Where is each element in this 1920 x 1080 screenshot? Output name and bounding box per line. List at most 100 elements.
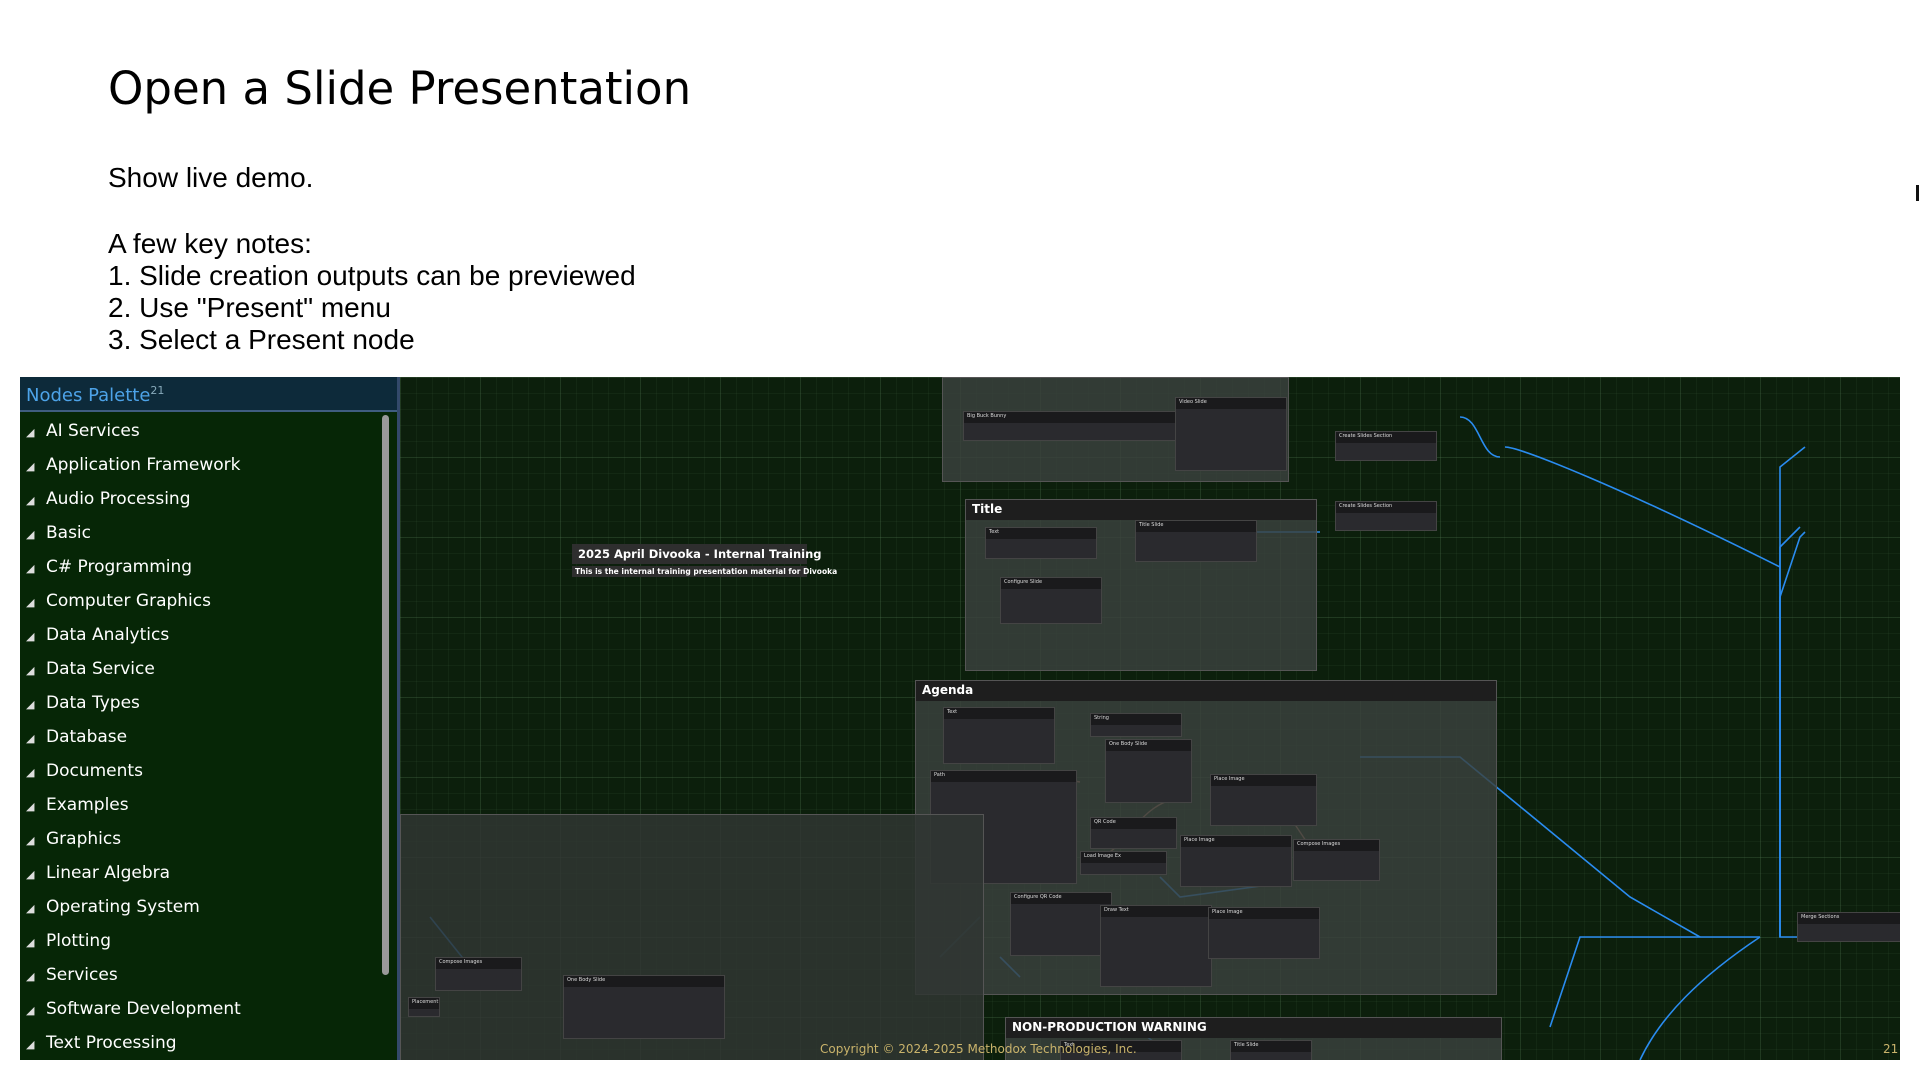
title-slide-node[interactable]: Title Slide — [1135, 520, 1257, 562]
wire — [1504, 446, 1781, 568]
expand-triangle-icon: ◢ — [26, 766, 35, 779]
node-title: QR Code — [1091, 818, 1176, 829]
palette-category-label: Documents — [46, 761, 143, 781]
palette-category-label: Graphics — [46, 829, 122, 849]
place-image-node-2[interactable]: Place Image — [1180, 835, 1292, 887]
place-image-node-3[interactable]: Place Image — [1208, 907, 1320, 959]
wire — [1779, 446, 1806, 938]
url-node[interactable]: Big Buck Bunny — [963, 411, 1195, 441]
palette-category-label: Software Development — [46, 999, 241, 1019]
palette-category-label: Data Types — [46, 693, 140, 713]
palette-category[interactable]: ◢ Audio Processing — [26, 489, 191, 519]
create-section-node[interactable]: Create Slides Section — [1335, 431, 1437, 461]
palette-category-label: Plotting — [46, 931, 111, 951]
qr-code-node[interactable]: QR Code — [1090, 817, 1177, 849]
merge-sections-node[interactable]: Merge Sections — [1797, 912, 1900, 942]
expand-triangle-icon: ◢ — [26, 596, 35, 609]
compose-images-node[interactable]: Compose Images — [1293, 839, 1380, 881]
node-title: Compose Images — [1294, 840, 1379, 851]
palette-category[interactable]: ◢ Documents — [26, 761, 143, 791]
expand-triangle-icon: ◢ — [26, 426, 35, 439]
note-subtitle: This is the internal training presentati… — [572, 566, 837, 577]
configure-qr-node[interactable]: Configure QR Code — [1010, 892, 1112, 956]
create-section-node-2[interactable]: Create Slides Section — [1335, 501, 1437, 531]
note-item-1: 1. Slide creation outputs can be preview… — [108, 260, 636, 291]
load-image-node[interactable]: Load Image Ex — [1080, 851, 1167, 875]
group-title: NON-PRODUCTION WARNING — [1006, 1018, 1501, 1038]
palette-count: 21 — [150, 384, 165, 397]
wire — [1639, 936, 1761, 1060]
text-node-agenda[interactable]: Text — [943, 707, 1055, 764]
text-node[interactable]: Text — [985, 527, 1097, 559]
palette-category[interactable]: ◢ Data Service — [26, 659, 155, 689]
note-item-2: 2. Use "Present" menu — [108, 292, 391, 323]
node-title: Place Image — [1181, 836, 1291, 847]
palette-category[interactable]: ◢ Services — [26, 965, 118, 995]
node-title: One Body Slide — [1106, 740, 1191, 751]
copyright-text: Copyright © 2024-2025 Methodox Technolog… — [820, 1042, 1137, 1056]
palette-category-label: Operating System — [46, 897, 200, 917]
expand-triangle-icon: ◢ — [26, 664, 35, 677]
expand-triangle-icon: ◢ — [26, 800, 35, 813]
one-body-slide-node-left[interactable]: One Body Slide — [563, 975, 725, 1039]
expand-triangle-icon: ◢ — [26, 494, 35, 507]
node-title: Title Slide — [1231, 1041, 1311, 1052]
palette-category[interactable]: ◢ Operating System — [26, 897, 200, 927]
palette-category[interactable]: ◢ Examples — [26, 795, 129, 825]
palette-category[interactable]: ◢ Basic — [26, 523, 91, 553]
palette-category[interactable]: ◢ C# Programming — [26, 557, 192, 587]
palette-category-label: Computer Graphics — [46, 591, 211, 611]
note-title: 2025 April Divooka - Internal Training — [572, 544, 822, 564]
wire — [1459, 416, 1501, 458]
palette-category[interactable]: ◢ Linear Algebra — [26, 863, 170, 893]
expand-triangle-icon: ◢ — [26, 1038, 35, 1051]
string-node[interactable]: String — [1090, 713, 1182, 737]
compose-images-node-left[interactable]: Compose Images — [435, 957, 522, 991]
configure-slide-node[interactable]: Configure Slide — [1000, 577, 1102, 624]
palette-category[interactable]: ◢ Data Analytics — [26, 625, 169, 655]
palette-category[interactable]: ◢ Data Types — [26, 693, 140, 723]
palette-category-label: Application Framework — [46, 455, 241, 475]
one-body-slide-node[interactable]: One Body Slide — [1105, 739, 1192, 803]
video-slide-node[interactable]: Video Slide — [1175, 397, 1287, 471]
node-title: Create Slides Section — [1336, 502, 1436, 513]
group-title: Agenda — [916, 681, 1496, 701]
draw-text-node[interactable]: Draw Text — [1100, 905, 1212, 987]
palette-header: Nodes Palette21 — [20, 377, 397, 412]
expand-triangle-icon: ◢ — [26, 562, 35, 575]
palette-category[interactable]: ◢ Database — [26, 727, 127, 757]
place-image-node[interactable]: Place Image — [1210, 774, 1317, 826]
node-title: Configure QR Code — [1011, 893, 1111, 904]
slide-title: Open a Slide Presentation — [108, 62, 692, 115]
node-canvas[interactable]: Big Buck Bunny Video Slide Create Slides… — [400, 377, 1900, 1060]
expand-triangle-icon: ◢ — [26, 1004, 35, 1017]
node-title: One Body Slide — [564, 976, 724, 987]
notes-heading: A few key notes: — [108, 228, 312, 259]
slide-intro: Show live demo. — [108, 162, 314, 193]
palette-category[interactable]: ◢ AI Services — [26, 421, 140, 451]
node-title: Video Slide — [1176, 398, 1286, 409]
editor-screenshot: Nodes Palette21 ◢ AI Services ◢ Application… — [20, 377, 1900, 1060]
palette-category[interactable]: ◢ Software Development — [26, 999, 241, 1029]
node-title: Merge Sections — [1798, 913, 1900, 924]
palette-category[interactable]: ◢ Computer Graphics — [26, 591, 211, 621]
palette-category[interactable]: ◢ Application Framework — [26, 455, 241, 485]
node-title: Place Image — [1211, 775, 1316, 786]
palette-category[interactable]: ◢ Plotting — [26, 931, 111, 961]
node-title: Text — [944, 708, 1054, 719]
text-cursor — [1916, 185, 1919, 201]
palette-category-label: Linear Algebra — [46, 863, 171, 883]
palette-title-text: Nodes Palette — [26, 385, 151, 406]
expand-triangle-icon: ◢ — [26, 834, 35, 847]
title-slide-node-warning[interactable]: Title Slide — [1230, 1040, 1312, 1060]
training-note[interactable]: 2025 April Divooka - Internal Training T… — [572, 544, 837, 580]
palette-category-label: AI Services — [46, 421, 140, 441]
node-title: Big Buck Bunny — [964, 412, 1194, 423]
palette-category-label: Data Analytics — [46, 625, 170, 645]
palette-scrollbar[interactable] — [382, 415, 389, 975]
palette-category[interactable]: ◢ Graphics — [26, 829, 121, 859]
placement-node[interactable]: Placement — [408, 997, 440, 1017]
palette-category[interactable]: ◢ Text Processing — [26, 1033, 177, 1060]
expand-triangle-icon: ◢ — [26, 868, 35, 881]
palette-category-label: Database — [46, 727, 128, 747]
